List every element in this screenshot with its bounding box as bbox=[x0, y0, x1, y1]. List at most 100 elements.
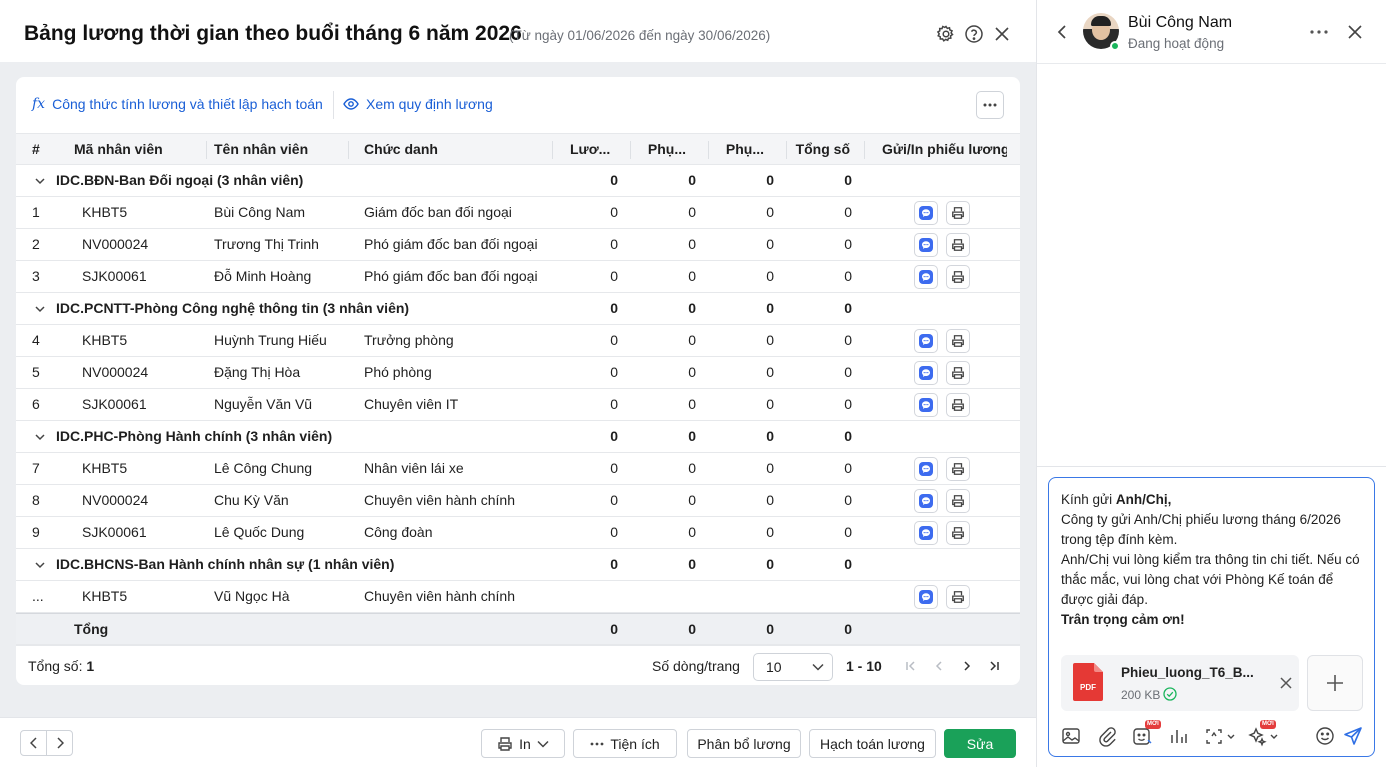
table-row[interactable]: 8 NV000024 Chu Kỳ Văn Chuyên viên hành chín… bbox=[16, 485, 1020, 517]
table-row[interactable]: 3 SJK00061 Đỗ Minh Hoàng Phó giám đốc ban đ… bbox=[16, 261, 1020, 293]
row-number: 8 bbox=[32, 492, 40, 508]
total-value: 0 bbox=[844, 621, 852, 637]
prev-record-button[interactable] bbox=[20, 730, 47, 756]
print-payslip-button[interactable] bbox=[946, 265, 970, 289]
help-icon[interactable] bbox=[964, 24, 984, 44]
send-payslip-chat-button[interactable] bbox=[914, 329, 938, 353]
group-total: 0 bbox=[844, 556, 852, 572]
send-payslip-chat-button[interactable] bbox=[914, 585, 938, 609]
salary-accounting-button[interactable]: Hạch toán lương bbox=[809, 729, 936, 758]
group-row[interactable]: IDC.PCNTT-Phòng Công nghệ thông tin (3 n… bbox=[16, 293, 1020, 325]
formula-settings-link[interactable]: fx Công thức tính lương và thiết lập hạc… bbox=[32, 96, 323, 112]
salary-value: 0 bbox=[610, 524, 618, 540]
add-attachment-button[interactable] bbox=[1307, 655, 1363, 711]
settings-icon[interactable] bbox=[936, 24, 956, 44]
print-payslip-button[interactable] bbox=[946, 521, 970, 545]
print-payslip-button[interactable] bbox=[946, 233, 970, 257]
group-row[interactable]: IDC.PHC-Phòng Hành chính (3 nhân viên) 0 0… bbox=[16, 421, 1020, 453]
table-row[interactable]: 5 NV000024 Đặng Thị Hòa Phó phòng 0 0 0 0 bbox=[16, 357, 1020, 389]
group-total: 0 bbox=[844, 428, 852, 444]
chevron-down-icon[interactable] bbox=[34, 431, 46, 443]
send-payslip-chat-button[interactable] bbox=[914, 201, 938, 225]
send-icon[interactable] bbox=[1342, 725, 1364, 747]
employee-name: Chu Kỳ Văn bbox=[214, 492, 289, 508]
column-separator[interactable] bbox=[708, 141, 709, 159]
next-record-button[interactable] bbox=[46, 730, 73, 756]
more-options-button[interactable] bbox=[976, 91, 1004, 119]
view-salary-rules-link[interactable]: Xem quy định lương bbox=[343, 96, 493, 112]
allocate-salary-button[interactable]: Phân bổ lương bbox=[687, 729, 801, 758]
screenshot-icon[interactable] bbox=[1203, 725, 1237, 747]
image-icon[interactable] bbox=[1060, 725, 1082, 747]
back-icon[interactable] bbox=[1057, 24, 1067, 40]
table-row[interactable]: 9 SJK00061 Lê Quốc Dung Công đoàn 0 0 0 0 bbox=[16, 517, 1020, 549]
column-separator[interactable] bbox=[206, 141, 207, 159]
print-payslip-button[interactable] bbox=[946, 489, 970, 513]
print-payslip-button[interactable] bbox=[946, 329, 970, 353]
print-payslip-button[interactable] bbox=[946, 361, 970, 385]
send-payslip-chat-button[interactable] bbox=[914, 233, 938, 257]
table-row[interactable]: 2 NV000024 Trương Thị Trinh Phó giám đốc ba… bbox=[16, 229, 1020, 261]
salary-value: 0 bbox=[610, 364, 618, 380]
send-payslip-chat-button[interactable] bbox=[914, 361, 938, 385]
total-value: 0 bbox=[610, 621, 618, 637]
total-label: Tổng bbox=[74, 621, 109, 637]
employee-code: SJK00061 bbox=[82, 524, 147, 540]
remove-attachment-icon[interactable] bbox=[1280, 677, 1292, 689]
table-row[interactable]: 1 KHBT5 Bùi Công Nam Giám đốc ban đối ngoại… bbox=[16, 197, 1020, 229]
table-row[interactable]: ... KHBT5 Vũ Ngọc Hà Chuyên viên hành chính bbox=[16, 581, 1020, 613]
print-payslip-button[interactable] bbox=[946, 201, 970, 225]
print-button[interactable]: In bbox=[481, 729, 565, 758]
column-separator[interactable] bbox=[786, 141, 787, 159]
send-payslip-chat-button[interactable] bbox=[914, 489, 938, 513]
message-text[interactable]: Kính gửi Anh/Chị, Công ty gửi Anh/Chị ph… bbox=[1061, 490, 1361, 630]
printer-icon bbox=[952, 463, 964, 475]
chart-icon[interactable] bbox=[1167, 725, 1189, 747]
salary-value: 0 bbox=[610, 332, 618, 348]
print-payslip-button[interactable] bbox=[946, 585, 970, 609]
chat-more-icon[interactable] bbox=[1310, 30, 1328, 34]
employee-code: NV000024 bbox=[82, 492, 149, 508]
chevron-down-icon[interactable] bbox=[34, 175, 46, 187]
printer-icon bbox=[952, 591, 964, 603]
salary-value: 0 bbox=[844, 236, 852, 252]
send-payslip-chat-button[interactable] bbox=[914, 457, 938, 481]
page-title: Bảng lương thời gian theo buổi tháng 6 n… bbox=[24, 22, 522, 45]
emoji-icon[interactable] bbox=[1314, 725, 1336, 747]
print-payslip-button[interactable] bbox=[946, 393, 970, 417]
compose-area: Kính gửi Anh/Chị, Công ty gửi Anh/Chị ph… bbox=[1037, 466, 1386, 767]
close-icon[interactable] bbox=[992, 24, 1012, 44]
table-row[interactable]: 4 KHBT5 Huỳnh Trung Hiếu Trưởng phòng 0 0 0 0 bbox=[16, 325, 1020, 357]
salary-value: 0 bbox=[766, 396, 774, 412]
next-page-icon[interactable] bbox=[960, 659, 974, 673]
first-page-icon[interactable] bbox=[904, 659, 918, 673]
salary-value: 0 bbox=[844, 460, 852, 476]
send-payslip-chat-button[interactable] bbox=[914, 521, 938, 545]
column-header: Gửi/In phiếu lương bbox=[882, 141, 1007, 157]
job-title: Phó giám đốc ban đối ngoại bbox=[364, 268, 538, 284]
chevron-down-icon[interactable] bbox=[34, 303, 46, 315]
chat-close-icon[interactable] bbox=[1348, 25, 1362, 39]
table-row[interactable]: 6 SJK00061 Nguyễn Văn Vũ Chuyên viên IT 0 0 0 0 bbox=[16, 389, 1020, 421]
table-row[interactable]: 7 KHBT5 Lê Công Chung Nhân viên lái xe 0 0 0 0 bbox=[16, 453, 1020, 485]
column-separator[interactable] bbox=[348, 141, 349, 159]
rows-per-page-select[interactable]: 10 bbox=[753, 653, 833, 681]
print-payslip-button[interactable] bbox=[946, 457, 970, 481]
row-number: 7 bbox=[32, 460, 40, 476]
greeting-recipient: Anh/Chị, bbox=[1115, 492, 1172, 507]
last-page-icon[interactable] bbox=[987, 659, 1001, 673]
group-row[interactable]: IDC.BHCNS-Ban Hành chính nhân sự (1 nhân… bbox=[16, 549, 1020, 581]
column-separator[interactable] bbox=[864, 141, 865, 159]
paperclip-icon[interactable] bbox=[1096, 725, 1118, 747]
send-payslip-chat-button[interactable] bbox=[914, 265, 938, 289]
prev-page-icon[interactable] bbox=[932, 659, 946, 673]
chevron-down-icon[interactable] bbox=[34, 559, 46, 571]
salary-value: 0 bbox=[766, 364, 774, 380]
column-separator[interactable] bbox=[552, 141, 553, 159]
message-composer[interactable]: Kính gửi Anh/Chị, Công ty gửi Anh/Chị ph… bbox=[1048, 477, 1375, 757]
send-payslip-chat-button[interactable] bbox=[914, 393, 938, 417]
edit-button[interactable]: Sửa bbox=[944, 729, 1016, 758]
column-separator[interactable] bbox=[630, 141, 631, 159]
utilities-button[interactable]: Tiện ích bbox=[573, 729, 677, 758]
group-row[interactable]: IDC.BĐN-Ban Đối ngoại (3 nhân viên) 0 0 0 0 bbox=[16, 165, 1020, 197]
